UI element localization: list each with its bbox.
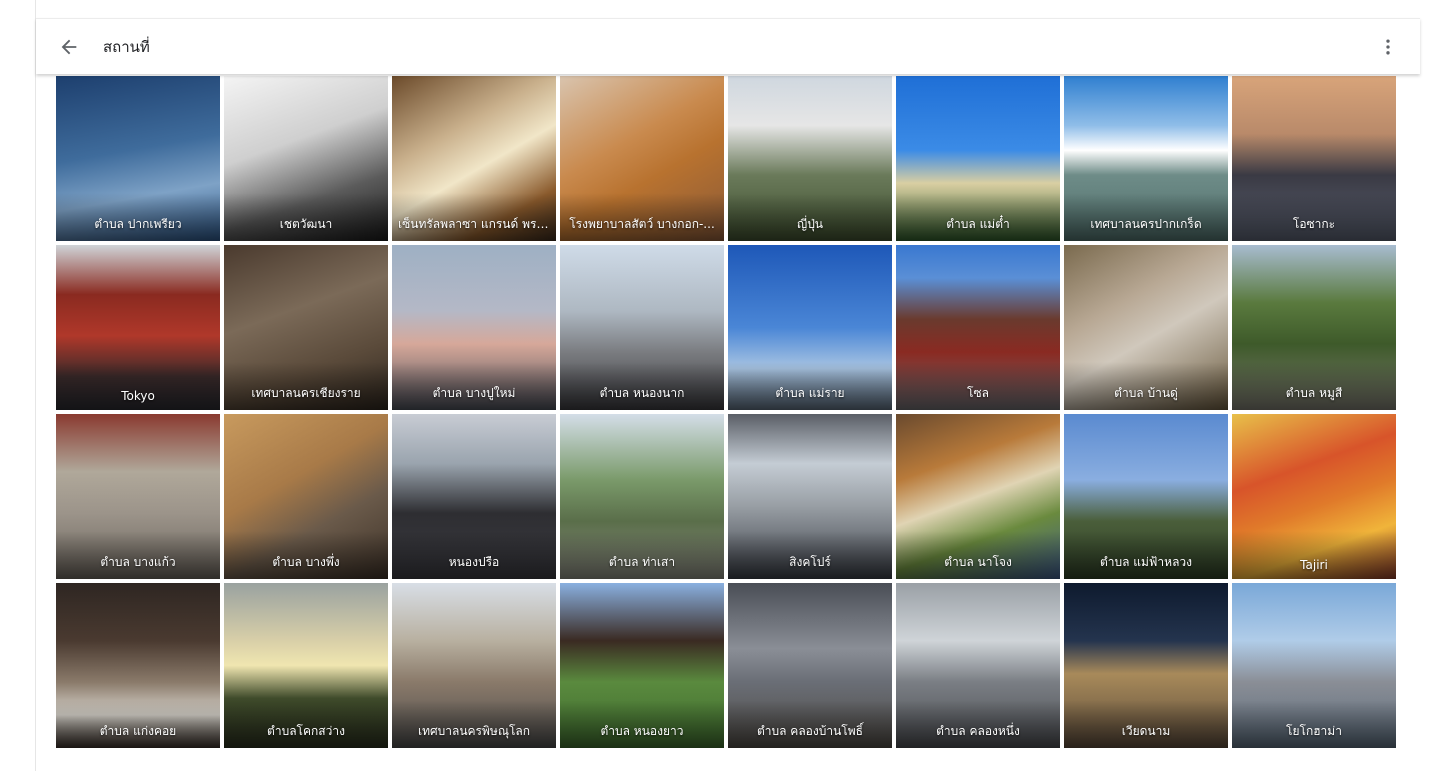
place-tile[interactable]: ตำบล บางปูใหม่ [392,245,556,410]
place-label: ตำบล นาโจง [944,555,1012,569]
place-label: เทศบาลนครพิษณุโลก [417,724,531,738]
place-tile[interactable]: โซล [896,245,1060,410]
place-label: ตำบล แม่ฟ้าหลวง [1099,555,1193,569]
place-tile[interactable]: ตำบล แก่งคอย [56,583,220,748]
place-tile[interactable]: เซ็นทรัลพลาซา แกรนด์ พระราม 9 [392,76,556,241]
place-tile[interactable]: ตำบล หมูสี [1232,245,1396,410]
place-label: ตำบล หนองนาก [599,386,685,400]
place-tile[interactable]: ตำบล ปากเพรียว [56,76,220,241]
arrow-left-icon [61,39,77,55]
place-tile[interactable]: หนองปรือ [392,414,556,579]
place-tile[interactable]: ตำบล บางแก้ว [56,414,220,579]
place-tile[interactable]: ตำบล หนองยาว [560,583,724,748]
place-label: ตำบล คลองหนึ่ง [936,724,1020,738]
place-tile[interactable]: Tajiri [1232,414,1396,579]
place-label: เชตวัฒนา [279,217,333,231]
place-tile[interactable]: ตำบล แม่ต๋ำ [896,76,1060,241]
place-tile[interactable]: ตำบล หนองนาก [560,245,724,410]
place-tile[interactable]: โรงพยาบาลสัตว์ บางกอก-... [560,76,724,241]
place-label: ตำบล บางแก้ว [100,555,176,569]
place-tile[interactable]: เทศบาลนครปากเกร็ด [1064,76,1228,241]
place-label: ตำบล แม่ต๋ำ [946,217,1010,231]
place-label: ตำบล คลองบ้านโพธิ์ [756,724,863,738]
place-tile[interactable]: ญี่ปุ่น [728,76,892,241]
place-tile[interactable]: โอซากะ [1232,76,1396,241]
place-label: หนองปรือ [448,555,500,569]
place-label: โยโกฮาม่า [1286,724,1342,738]
place-tile[interactable]: ตำบล ท่าเสา [560,414,724,579]
place-label: ตำบล บางปูใหม่ [432,386,516,400]
place-tile[interactable]: Tokyo [56,245,220,410]
place-tile[interactable]: ตำบล นาโจง [896,414,1060,579]
place-tile[interactable]: สิงคโปร์ [728,414,892,579]
place-label: Tajiri [1300,558,1328,572]
place-label: ตำบล ท่าเสา [608,555,676,569]
place-label: ตำบล บางพึ่ง [272,555,340,569]
window-border [35,0,36,771]
place-tile[interactable]: เวียดนาม [1064,583,1228,748]
place-tile[interactable]: ตำบล แม่ฟ้าหลวง [1064,414,1228,579]
place-label: ตำบล หนองยาว [600,724,684,738]
place-label: เทศบาลนครเชียงราย [251,386,361,400]
place-label: ตำบล แม่ราย [775,386,845,400]
places-grid: ตำบล ปากเพรียว เชตวัฒนา เซ็นทรัลพลาซา แกรน… [56,76,1396,748]
place-label: โรงพยาบาลสัตว์ บางกอก-... [569,217,715,231]
place-label: ตำบลโคกสว่าง [267,724,345,738]
place-tile[interactable]: เทศบาลนครพิษณุโลก [392,583,556,748]
place-label: โอซากะ [1292,217,1336,231]
place-tile[interactable]: ตำบล คลองหนึ่ง [896,583,1060,748]
more-vert-icon [1386,39,1390,55]
place-tile[interactable]: ตำบล คลองบ้านโพธิ์ [728,583,892,748]
back-button[interactable] [58,36,80,58]
app-header: สถานที่ [36,18,1420,74]
place-tile[interactable]: โยโกฮาม่า [1232,583,1396,748]
place-label: โซล [967,386,989,400]
place-label: Tokyo [121,389,155,403]
place-label: ตำบล หมูสี [1285,386,1343,400]
place-label: สิงคโปร์ [789,555,831,569]
place-label: ญี่ปุ่น [796,217,824,231]
place-tile[interactable]: ตำบล บ้านดู่ [1064,245,1228,410]
place-label: เซ็นทรัลพลาซา แกรนด์ พระราม 9 [398,217,550,231]
place-label: เวียดนาม [1121,724,1171,738]
place-label: ตำบล แก่งคอย [99,724,177,738]
more-options-button[interactable] [1378,36,1398,58]
place-label: เทศบาลนครปากเกร็ด [1090,217,1202,231]
place-tile[interactable]: เทศบาลนครเชียงราย [224,245,388,410]
place-label: ตำบล ปากเพรียว [94,217,182,231]
place-label: ตำบล บ้านดู่ [1114,386,1178,400]
place-tile[interactable]: ตำบล แม่ราย [728,245,892,410]
place-tile[interactable]: เชตวัฒนา [224,76,388,241]
place-tile[interactable]: ตำบลโคกสว่าง [224,583,388,748]
page-title: สถานที่ [103,38,150,56]
place-tile[interactable]: ตำบล บางพึ่ง [224,414,388,579]
